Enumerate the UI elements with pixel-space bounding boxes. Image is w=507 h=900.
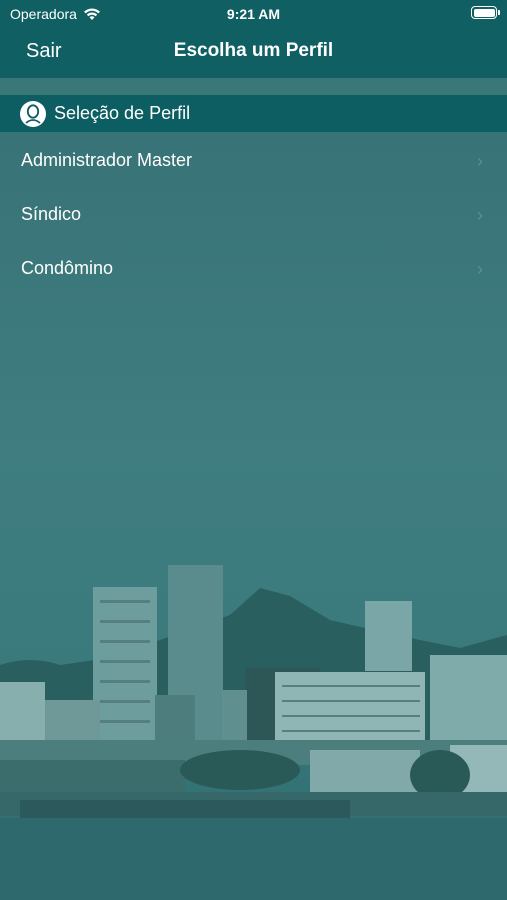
profile-label: Síndico: [21, 203, 82, 224]
profile-label: Administrador Master: [21, 149, 193, 170]
page-title: Escolha um Perfil: [173, 40, 334, 61]
profile-list: Administrador Master › Síndico › Condômi…: [0, 133, 507, 295]
chevron-right-icon: ›: [477, 259, 483, 279]
profile-row-sindico[interactable]: Síndico ›: [0, 187, 507, 241]
chevron-right-icon: ›: [477, 205, 483, 225]
profile-row-condomino[interactable]: Condômino ›: [0, 241, 507, 295]
navigation-bar: Sair Escolha um Perfil: [0, 28, 507, 78]
person-icon: [20, 100, 46, 127]
chevron-right-icon: ›: [477, 151, 483, 171]
section-header: Seleção de Perfil: [0, 95, 507, 132]
status-bar: Operadora 9:21 AM: [0, 0, 507, 28]
section-label: Seleção de Perfil: [54, 103, 191, 123]
battery-icon: [471, 6, 500, 19]
profile-row-administrador-master[interactable]: Administrador Master ›: [0, 133, 507, 187]
profile-label: Condômino: [21, 257, 114, 278]
clock: 9:21 AM: [226, 6, 281, 22]
